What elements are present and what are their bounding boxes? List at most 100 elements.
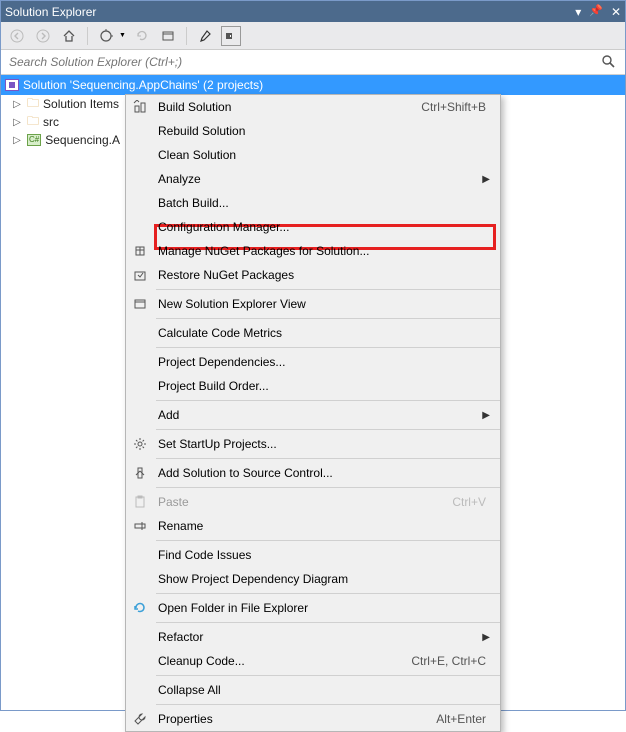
tree-item-label: src (43, 115, 59, 129)
ctx-rename[interactable]: Rename (126, 514, 500, 538)
ctx-analyze[interactable]: Analyze ▶ (126, 167, 500, 191)
search-input[interactable] (5, 52, 595, 72)
paste-icon (126, 490, 154, 514)
menu-label: Build Solution (154, 100, 421, 114)
menu-label: Paste (154, 495, 452, 509)
ctx-nuget-manage[interactable]: Manage NuGet Packages for Solution... (126, 239, 500, 263)
ctx-add[interactable]: Add ▶ (126, 403, 500, 427)
menu-label: Clean Solution (154, 148, 492, 162)
ctx-config[interactable]: Configuration Manager... (126, 215, 500, 239)
ctx-scm[interactable]: Add Solution to Source Control... (126, 461, 500, 485)
menu-label: Batch Build... (154, 196, 492, 210)
menu-separator (156, 289, 500, 290)
folder-icon: 🗀 (27, 112, 39, 133)
menu-separator (156, 593, 500, 594)
title-bar: Solution Explorer ▾ 📌 ✕ (1, 1, 625, 22)
ctx-startup[interactable]: Set StartUp Projects... (126, 432, 500, 456)
shortcut-label: Alt+Enter (436, 712, 492, 726)
menu-label: Manage NuGet Packages for Solution... (154, 244, 492, 258)
gear-icon (126, 432, 154, 456)
expand-icon[interactable]: ▷ (11, 135, 23, 146)
package-icon (126, 239, 154, 263)
menu-label: Project Dependencies... (154, 355, 492, 369)
window-controls: ▾ 📌 ✕ (575, 6, 621, 18)
submenu-arrow-icon: ▶ (482, 410, 492, 421)
menu-label: Project Build Order... (154, 379, 492, 393)
shortcut-label: Ctrl+E, Ctrl+C (411, 654, 492, 668)
submenu-arrow-icon: ▶ (482, 174, 492, 185)
ctx-nuget-restore[interactable]: Restore NuGet Packages (126, 263, 500, 287)
menu-label: Calculate Code Metrics (154, 326, 492, 340)
properties-button[interactable] (195, 26, 215, 46)
forward-button[interactable] (33, 26, 53, 46)
menu-label: Properties (154, 712, 436, 726)
menu-label: Rebuild Solution (154, 124, 492, 138)
ctx-build[interactable]: Build Solution Ctrl+Shift+B (126, 95, 500, 119)
menu-label: Find Code Issues (154, 548, 492, 562)
menu-separator (156, 622, 500, 623)
collapse-button[interactable] (158, 26, 178, 46)
menu-separator (156, 458, 500, 459)
expand-icon[interactable]: ▷ (11, 99, 23, 110)
menu-label: Add (154, 408, 482, 422)
ctx-build-order[interactable]: Project Build Order... (126, 374, 500, 398)
restore-icon (126, 263, 154, 287)
ctx-metrics[interactable]: Calculate Code Metrics (126, 321, 500, 345)
separator (87, 27, 88, 45)
ctx-paste: Paste Ctrl+V (126, 490, 500, 514)
menu-separator (156, 318, 500, 319)
menu-label: Cleanup Code... (154, 654, 411, 668)
menu-separator (156, 704, 500, 705)
menu-label: New Solution Explorer View (154, 297, 492, 311)
menu-label: Rename (154, 519, 492, 533)
menu-separator (156, 487, 500, 488)
refresh-button[interactable] (132, 26, 152, 46)
menu-separator (156, 347, 500, 348)
window-title: Solution Explorer (5, 5, 575, 19)
ctx-deps[interactable]: Project Dependencies... (126, 350, 500, 374)
solution-node[interactable]: Solution 'Sequencing.AppChains' (2 proje… (1, 75, 625, 95)
ctx-batch[interactable]: Batch Build... (126, 191, 500, 215)
csharp-icon: C# (27, 134, 41, 146)
tree-item-label: Solution Items (43, 97, 119, 111)
menu-label: Analyze (154, 172, 482, 186)
preview-button[interactable] (221, 26, 241, 46)
pin-icon[interactable]: 📌 (589, 6, 603, 17)
menu-label: Open Folder in File Explorer (154, 601, 492, 615)
ctx-clean[interactable]: Clean Solution (126, 143, 500, 167)
tree-item-label: Sequencing.A (45, 133, 120, 147)
home-button[interactable] (59, 26, 79, 46)
back-button[interactable] (7, 26, 27, 46)
ctx-cleanup[interactable]: Cleanup Code... Ctrl+E, Ctrl+C (126, 649, 500, 673)
rename-icon (126, 514, 154, 538)
menu-label: Set StartUp Projects... (154, 437, 492, 451)
menu-label: Add Solution to Source Control... (154, 466, 492, 480)
close-icon[interactable]: ✕ (611, 6, 621, 18)
build-icon (126, 95, 154, 119)
ctx-dep-diagram[interactable]: Show Project Dependency Diagram (126, 567, 500, 591)
menu-label: Restore NuGet Packages (154, 268, 492, 282)
ctx-refactor[interactable]: Refactor ▶ (126, 625, 500, 649)
ctx-rebuild[interactable]: Rebuild Solution (126, 119, 500, 143)
window-icon (126, 292, 154, 316)
menu-label: Configuration Manager... (154, 220, 492, 234)
menu-separator (156, 400, 500, 401)
solution-label: Solution 'Sequencing.AppChains' (2 proje… (23, 78, 263, 92)
ctx-find-issues[interactable]: Find Code Issues (126, 543, 500, 567)
expand-icon[interactable]: ▷ (11, 117, 23, 128)
ctx-new-view[interactable]: New Solution Explorer View (126, 292, 500, 316)
search-icon[interactable] (595, 54, 621, 71)
toolbar: ▼ (1, 22, 625, 50)
menu-separator (156, 540, 500, 541)
solution-icon (5, 79, 19, 91)
shortcut-label: Ctrl+Shift+B (421, 100, 492, 114)
sync-button[interactable] (96, 26, 116, 46)
ctx-open-folder[interactable]: Open Folder in File Explorer (126, 596, 500, 620)
chevron-down-icon[interactable]: ▼ (119, 32, 126, 39)
dropdown-icon[interactable]: ▾ (575, 6, 581, 18)
menu-separator (156, 675, 500, 676)
ctx-collapse[interactable]: Collapse All (126, 678, 500, 702)
menu-label: Refactor (154, 630, 482, 644)
separator (186, 27, 187, 45)
scm-icon (126, 461, 154, 485)
